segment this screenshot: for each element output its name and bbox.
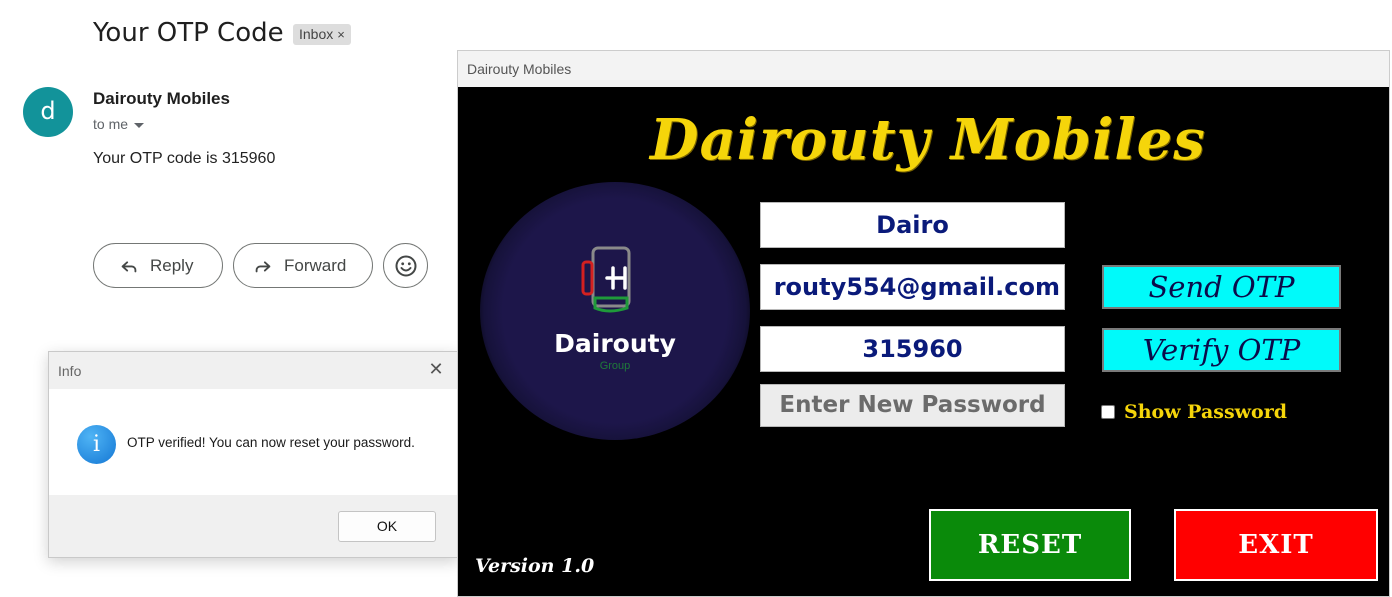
close-icon[interactable]: ✕	[426, 360, 446, 380]
smiley-icon	[395, 255, 416, 276]
logo-subtitle: Group	[599, 360, 631, 372]
app-canvas: Dairouty Mobiles Dairouty Group Dairo ro…	[458, 87, 1389, 596]
info-dialog: Info ✕ i OTP verified! You can now reset…	[48, 351, 459, 558]
username-field[interactable]: Dairo	[760, 202, 1065, 248]
show-password-checkbox[interactable]	[1101, 405, 1115, 419]
emoji-reaction-button[interactable]	[383, 243, 428, 288]
app-window: Dairouty Mobiles Dairouty Mobiles Dairou…	[457, 50, 1390, 597]
recipient-details-toggle[interactable]: to me	[93, 116, 145, 132]
recipient-label: to me	[93, 116, 129, 132]
sender-name: Dairouty Mobiles	[93, 89, 230, 108]
version-label: Version 1.0	[475, 555, 595, 577]
dialog-message: OTP verified! You can now reset your pas…	[127, 435, 415, 450]
otp-field[interactable]: 315960	[760, 326, 1065, 372]
inbox-label-chip[interactable]: Inbox ×	[293, 24, 351, 45]
reply-button[interactable]: Reply	[93, 243, 223, 288]
reset-button[interactable]: RESET	[929, 509, 1131, 581]
reply-icon	[121, 260, 137, 272]
company-logo: Dairouty Group	[480, 182, 750, 440]
remove-label-icon[interactable]: ×	[337, 27, 345, 42]
chevron-down-icon	[134, 122, 145, 128]
reply-label: Reply	[150, 255, 194, 275]
dialog-content: i OTP verified! You can now reset your p…	[49, 389, 458, 495]
show-password-toggle[interactable]: Show Password	[1101, 401, 1287, 423]
info-icon: i	[77, 425, 116, 464]
show-password-label: Show Password	[1124, 401, 1287, 423]
forward-label: Forward	[284, 255, 347, 275]
phone-logo-icon	[581, 246, 631, 313]
dialog-title: Info	[58, 363, 82, 379]
new-password-field[interactable]: Enter New Password	[760, 384, 1065, 427]
window-title: Dairouty Mobiles	[467, 61, 572, 77]
email-subject: Your OTP Code	[93, 18, 284, 48]
ok-button[interactable]: OK	[338, 511, 436, 542]
sender-avatar: d	[23, 87, 73, 137]
send-otp-button[interactable]: Send OTP	[1102, 265, 1341, 309]
forward-button[interactable]: Forward	[233, 243, 373, 288]
inbox-label: Inbox	[299, 26, 334, 42]
email-body: Your OTP code is 315960	[93, 150, 276, 167]
exit-button[interactable]: EXIT	[1174, 509, 1378, 581]
brand-title: Dairouty Mobiles	[650, 107, 1206, 173]
email-field[interactable]: routy554@gmail.com	[760, 264, 1065, 310]
logo-wordmark: Dairouty	[554, 329, 676, 358]
forward-icon	[255, 260, 271, 272]
verify-otp-button[interactable]: Verify OTP	[1102, 328, 1341, 372]
